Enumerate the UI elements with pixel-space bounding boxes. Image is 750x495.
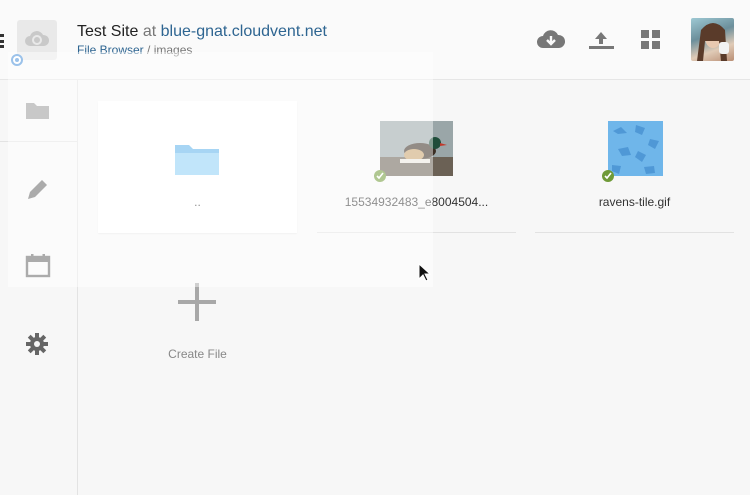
mouse-cursor-icon (418, 263, 432, 282)
top-header: Test Site at blue-gnat.cloudvent.net Fil… (0, 0, 750, 80)
cloud-logo-icon (25, 31, 50, 46)
menu-icon[interactable] (0, 34, 4, 48)
folder-icon (26, 103, 49, 119)
site-at: at (142, 23, 157, 40)
duck-image-thumbnail (380, 121, 453, 176)
breadcrumb-file-browser[interactable]: File Browser (77, 43, 144, 57)
ravens-tile-thumbnail (608, 121, 663, 176)
site-logo[interactable] (17, 20, 57, 60)
breadcrumb: File Browser / images (77, 43, 192, 57)
sync-status-icon (11, 54, 23, 66)
gear-icon (26, 333, 48, 355)
site-name: Test Site (77, 23, 139, 40)
sidebar (0, 80, 78, 495)
calendar-icon (25, 254, 51, 278)
file-tile-parent[interactable]: .. (98, 101, 297, 233)
sidebar-item-editor[interactable] (0, 157, 77, 219)
sidebar-divider (0, 141, 77, 142)
file-label: 15534932483_e8004504... (344, 195, 489, 209)
page-title: Test Site at blue-gnat.cloudvent.net (77, 23, 327, 41)
synced-check-icon (374, 170, 386, 182)
breadcrumb-separator: / (147, 43, 151, 57)
file-label: ravens-tile.gif (598, 195, 671, 209)
sidebar-item-files[interactable] (0, 80, 77, 142)
upload-icon[interactable] (586, 26, 618, 54)
user-avatar[interactable] (691, 18, 734, 61)
breadcrumb-current: images (153, 43, 193, 57)
sidebar-item-calendar[interactable] (0, 234, 77, 296)
synced-check-icon (602, 170, 614, 182)
file-tile-duck-image[interactable]: 15534932483_e8004504... (317, 101, 516, 233)
create-file-button[interactable]: Create File (98, 275, 297, 375)
cloud-download-icon[interactable] (535, 26, 567, 54)
create-file-label: Create File (168, 347, 227, 361)
pencil-icon (28, 180, 47, 199)
file-label: .. (194, 195, 201, 209)
site-domain-link[interactable]: blue-gnat.cloudvent.net (161, 23, 327, 40)
folder-icon (175, 145, 219, 175)
plus-icon (178, 283, 216, 321)
grid-view-icon[interactable] (637, 26, 669, 54)
file-tile-ravens-tile[interactable]: ravens-tile.gif (535, 101, 734, 233)
sidebar-item-settings[interactable] (0, 312, 77, 374)
